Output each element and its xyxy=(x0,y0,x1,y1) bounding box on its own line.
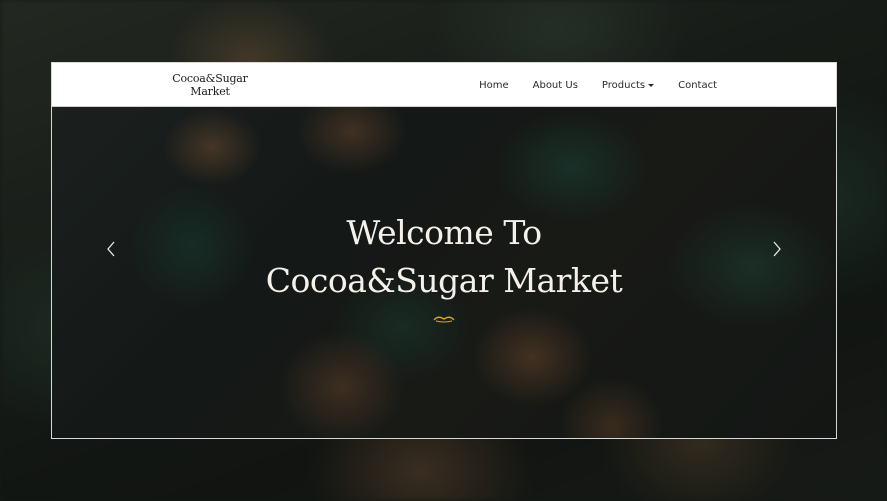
hero-carousel: Welcome To Cocoa&Sugar Market xyxy=(52,107,836,438)
nav-item-label: About Us xyxy=(532,79,578,91)
chevron-right-icon xyxy=(773,241,781,257)
brand-logo[interactable]: Cocoa&Sugar Market xyxy=(170,72,250,98)
hero-heading: Welcome To Cocoa&Sugar Market xyxy=(52,209,836,305)
nav-item-products[interactable]: Products xyxy=(601,79,655,91)
site-preview-frame: Cocoa&Sugar Market Home About Us Product… xyxy=(51,62,837,439)
hero-title-line-2: Cocoa&Sugar Market xyxy=(265,261,623,300)
caret-down-icon xyxy=(648,84,655,87)
navbar: Cocoa&Sugar Market Home About Us Product… xyxy=(52,63,836,107)
brand-line-2: Market xyxy=(190,85,230,98)
nav-item-label: Contact xyxy=(678,79,717,91)
nav-item-label: Products xyxy=(601,79,646,91)
nav-item-home[interactable]: Home xyxy=(479,80,509,91)
nav-item-contact[interactable]: Contact xyxy=(678,80,717,91)
nav-item-label: Home xyxy=(479,79,509,91)
main-nav: Home About Us Products Contact xyxy=(479,63,717,107)
brand-line-1: Cocoa&Sugar xyxy=(172,72,248,85)
ornament-icon xyxy=(433,316,455,323)
hero-title-line-1: Welcome To xyxy=(346,213,542,252)
nav-item-about-us[interactable]: About Us xyxy=(533,80,578,91)
carousel-next-button[interactable] xyxy=(770,239,784,259)
